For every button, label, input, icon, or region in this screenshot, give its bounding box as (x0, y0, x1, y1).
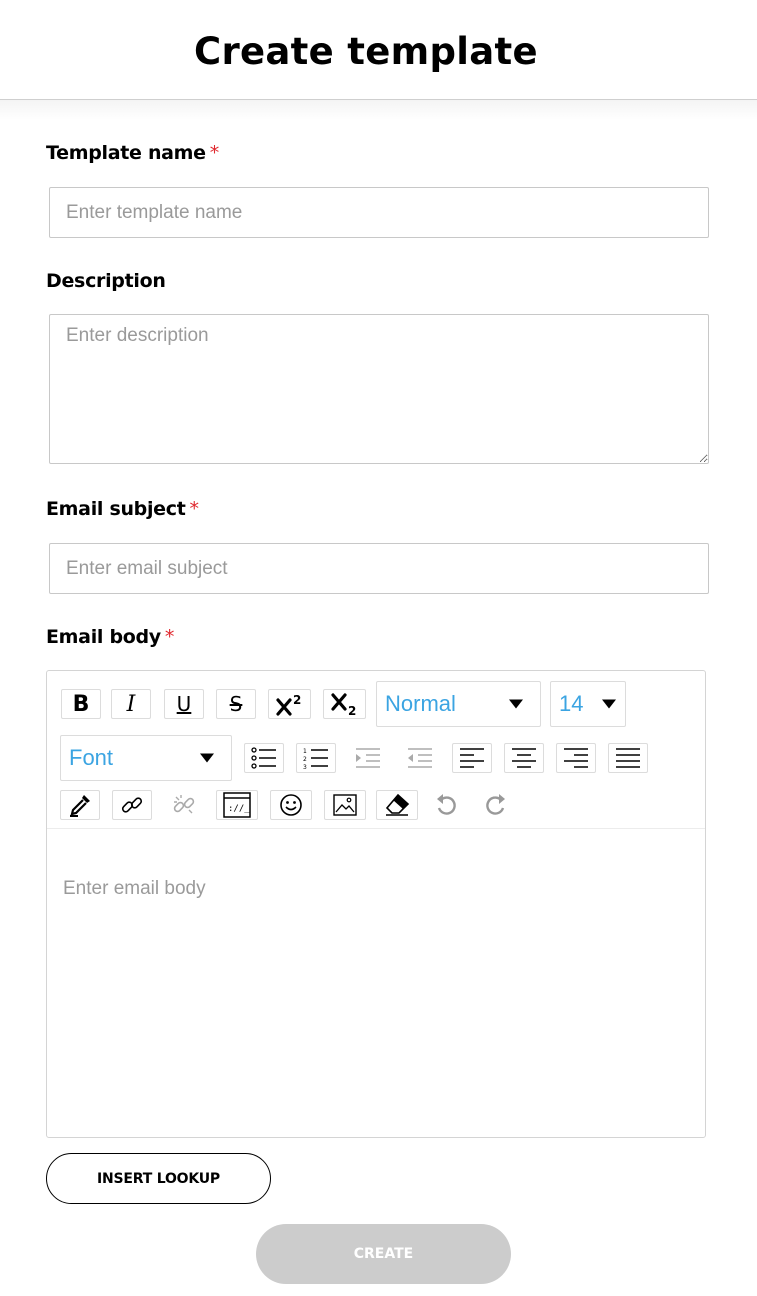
email-body-editor: B I U S 2 2 Normal 14 Font 1 2 3://_ En… (46, 670, 706, 1138)
required-mark: * (164, 626, 175, 648)
link-icon (121, 797, 143, 813)
email-subject-label: Email subject * (46, 498, 199, 520)
strikethrough-button[interactable]: S (216, 689, 256, 719)
eraser-icon (385, 793, 410, 816)
align-right-icon (564, 748, 588, 768)
svg-text:://_: ://_ (228, 804, 250, 814)
color-picker-button[interactable] (60, 790, 100, 820)
underline-icon: U (176, 692, 192, 716)
embed-icon: ://_ (223, 792, 251, 818)
header-shadow (0, 100, 757, 120)
format-select[interactable]: Normal (376, 681, 541, 727)
align-justify-button[interactable] (608, 743, 648, 773)
editor-toolbar: B I U S 2 2 Normal 14 Font 1 2 3://_ (47, 671, 705, 829)
size-select-value: 14 (559, 691, 584, 716)
description-textarea[interactable] (49, 314, 709, 464)
font-select-value: Font (69, 745, 114, 770)
eraser-button[interactable] (376, 790, 418, 820)
outdent-button[interactable] (400, 743, 440, 773)
numbered-list-icon: 1 2 3 (303, 748, 328, 769)
chevron-down-icon (602, 699, 616, 709)
image-button[interactable] (324, 790, 366, 820)
required-mark: * (209, 142, 220, 164)
link-button[interactable] (112, 790, 152, 820)
redo-icon (486, 794, 505, 815)
undo-button[interactable] (428, 790, 464, 820)
unlink-button[interactable] (164, 790, 204, 820)
bold-icon: B (72, 691, 90, 717)
strikethrough-icon: S (229, 692, 243, 716)
create-button[interactable]: CREATE (256, 1224, 511, 1284)
emoji-icon (280, 794, 302, 816)
email-body-placeholder: Enter email body (63, 878, 206, 899)
page-header: Create template (0, 0, 757, 100)
svg-text:2: 2 (303, 756, 307, 763)
svg-text:3: 3 (303, 764, 307, 769)
bold-button[interactable]: B (61, 689, 101, 719)
image-icon (333, 794, 357, 816)
description-label: Description (46, 270, 166, 292)
emoji-button[interactable] (270, 790, 312, 820)
font-select[interactable]: Font (60, 735, 232, 781)
undo-icon (437, 794, 456, 815)
align-left-icon (460, 748, 484, 768)
email-body-content-area[interactable]: Enter email body (47, 830, 705, 1137)
insert-lookup-button[interactable]: INSERT LOOKUP (46, 1153, 271, 1204)
template-name-input[interactable] (49, 187, 709, 238)
embed-button[interactable]: ://_ (216, 790, 258, 820)
subscript-button[interactable]: 2 (323, 689, 366, 719)
italic-button[interactable]: I (111, 689, 151, 719)
email-subject-input[interactable] (49, 543, 709, 594)
align-center-button[interactable] (504, 743, 544, 773)
indent-icon (356, 748, 380, 768)
svg-text:2: 2 (293, 693, 301, 707)
align-right-button[interactable] (556, 743, 596, 773)
indent-button[interactable] (348, 743, 388, 773)
redo-button[interactable] (478, 790, 514, 820)
chevron-down-icon (200, 753, 214, 763)
bulleted-list-icon (251, 747, 276, 769)
align-justify-icon (616, 748, 640, 768)
page-title: Create template (194, 30, 538, 73)
template-name-label: Template name * (46, 142, 219, 164)
numbered-list-button[interactable]: 1 2 3 (296, 743, 336, 773)
superscript-button[interactable]: 2 (268, 689, 311, 719)
size-select[interactable]: 14 (550, 681, 626, 727)
color-picker-icon (70, 795, 90, 817)
underline-button[interactable]: U (164, 689, 204, 719)
outdent-icon (408, 748, 432, 768)
email-body-label: Email body * (46, 626, 175, 648)
align-center-icon (512, 748, 536, 768)
format-select-value: Normal (385, 691, 456, 716)
subscript-icon: 2 (330, 693, 356, 716)
bulleted-list-button[interactable] (244, 743, 284, 773)
superscript-icon: 2 (275, 693, 301, 716)
required-mark: * (189, 498, 200, 520)
align-left-button[interactable] (452, 743, 492, 773)
svg-text:1: 1 (303, 748, 307, 755)
chevron-down-icon (509, 699, 523, 709)
unlink-icon (173, 795, 195, 814)
svg-text:2: 2 (348, 704, 356, 716)
italic-icon: I (126, 691, 136, 717)
